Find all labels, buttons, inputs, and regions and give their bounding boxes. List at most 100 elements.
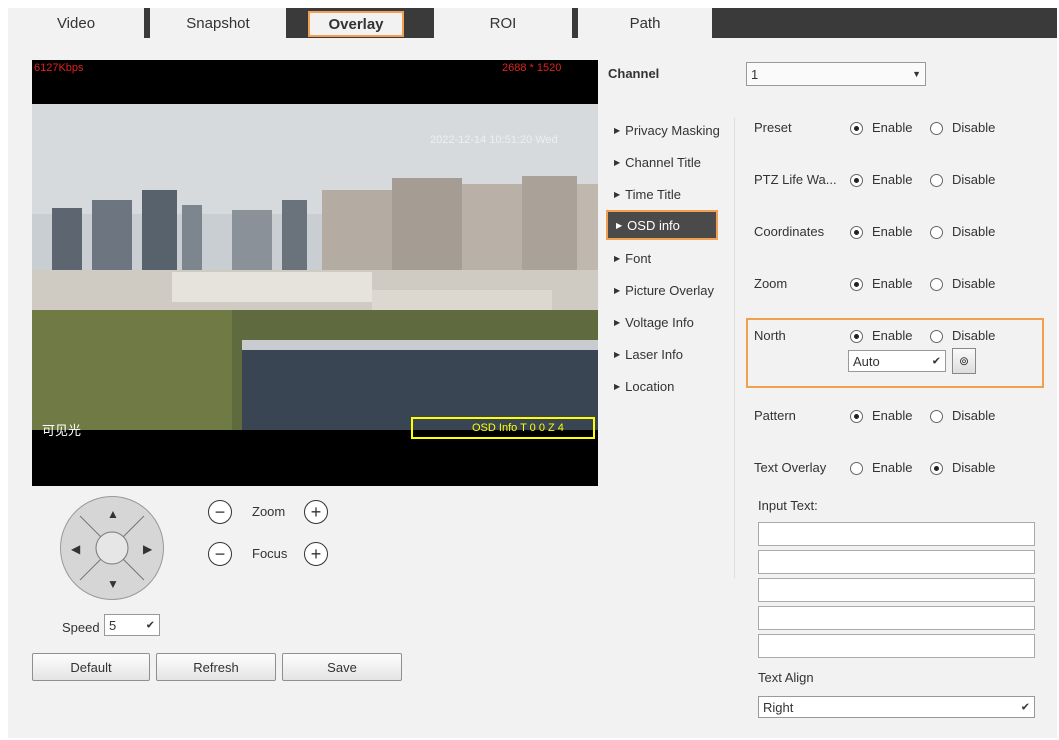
text-align-value: Right xyxy=(763,699,794,715)
ptz-up-icon[interactable]: ▲ xyxy=(107,507,119,521)
north-mode-value: Auto xyxy=(853,353,880,369)
timestamp-overlay: 2022-12-14 10:51:20 Wed xyxy=(430,134,558,146)
nav-label: Time Title xyxy=(625,186,682,202)
overlay-text-input-5[interactable] xyxy=(758,634,1035,658)
chevron-down-icon: ✔ xyxy=(1020,701,1030,714)
enable-label: Enable xyxy=(872,172,913,187)
video-preview[interactable]: 6127Kbps 2688 * 1520 2022-12-14 10:51:20… xyxy=(32,60,598,486)
chevron-down-icon: ✔ xyxy=(931,355,941,368)
overlay-settings-page: Video Snapshot Overlay ROI Path 6127Kbps… xyxy=(8,8,1057,738)
triangle-right-icon: ▶ xyxy=(614,317,621,327)
chevron-down-icon: ✔ xyxy=(145,619,155,632)
nav-label: Laser Info xyxy=(625,346,683,362)
pattern-disable-radio[interactable] xyxy=(930,410,943,423)
nav-privacy-masking[interactable]: ▶ Privacy Masking xyxy=(606,115,734,145)
overlay-text-input-2[interactable] xyxy=(758,550,1035,574)
focus-in-button[interactable]: + xyxy=(304,542,328,566)
overlay-text-input-1[interactable] xyxy=(758,522,1035,546)
disable-label: Disable xyxy=(952,224,996,239)
nav-label: Font xyxy=(625,250,652,266)
focus-label: Focus xyxy=(252,546,288,561)
nav-label: Privacy Masking xyxy=(625,122,720,138)
refresh-button[interactable]: Refresh xyxy=(156,653,276,681)
default-button[interactable]: Default xyxy=(32,653,150,681)
osd-info-overlay: OSD Info T 0 0 Z 4 xyxy=(472,422,564,434)
coordinates-enable-radio[interactable] xyxy=(850,226,863,239)
north-label: North xyxy=(754,328,786,343)
nav-label: OSD info xyxy=(627,217,680,233)
north-enable-radio[interactable] xyxy=(850,330,863,343)
channel-select[interactable]: 1 ▼ xyxy=(746,62,926,86)
text-align-select[interactable]: Right ✔ xyxy=(758,696,1035,718)
nav-label: Picture Overlay xyxy=(625,282,715,298)
nav-label: Voltage Info xyxy=(625,314,694,330)
divider xyxy=(734,118,735,578)
nav-laser-info[interactable]: ▶ Laser Info xyxy=(606,339,734,369)
resolution-text: 2688 * 1520 xyxy=(502,62,562,74)
tab-snapshot[interactable]: Snapshot xyxy=(150,8,286,38)
north-mode-select[interactable]: Auto ✔ xyxy=(848,350,946,372)
channel-name-overlay: 可见光 xyxy=(42,423,82,438)
nav-font[interactable]: ▶ Font xyxy=(606,243,734,273)
enable-label: Enable xyxy=(872,276,913,291)
zoom-enable-radio[interactable] xyxy=(850,278,863,291)
tab-roi[interactable]: ROI xyxy=(434,8,572,38)
tab-video[interactable]: Video xyxy=(8,8,144,38)
speed-select[interactable]: 5 ✔ xyxy=(104,614,160,636)
text-align-label: Text Align xyxy=(758,670,814,685)
input-text-label: Input Text: xyxy=(758,498,818,513)
tab-separator xyxy=(286,8,292,38)
bitrate-text: 6127Kbps xyxy=(34,62,84,74)
disable-label: Disable xyxy=(952,328,996,343)
zoom-disable-radio[interactable] xyxy=(930,278,943,291)
enable-label: Enable xyxy=(872,120,913,135)
triangle-right-icon: ▶ xyxy=(614,349,621,359)
channel-label: Channel xyxy=(608,66,660,81)
coordinates-disable-radio[interactable] xyxy=(930,226,943,239)
overlay-text-input-4[interactable] xyxy=(758,606,1035,630)
tab-bar: Video Snapshot Overlay ROI Path xyxy=(8,8,1057,38)
tab-path[interactable]: Path xyxy=(578,8,712,38)
preset-enable-radio[interactable] xyxy=(850,122,863,135)
overlay-text-input-3[interactable] xyxy=(758,578,1035,602)
zoom-out-button[interactable]: − xyxy=(208,500,232,524)
text-overlay-disable-radio[interactable] xyxy=(930,462,943,475)
nav-picture-overlay[interactable]: ▶ Picture Overlay xyxy=(606,275,734,305)
focus-out-button[interactable]: − xyxy=(208,542,232,566)
overlay-sub-nav: ▶ Privacy Masking ▶ Channel Title ▶ Time Ti… xyxy=(606,110,734,580)
nav-voltage-info[interactable]: ▶ Voltage Info xyxy=(606,307,734,337)
nav-channel-title[interactable]: ▶ Channel Title xyxy=(606,147,734,177)
nav-osd-info[interactable]: ▶ OSD info xyxy=(606,210,718,240)
preset-disable-radio[interactable] xyxy=(930,122,943,135)
ptz-direction-pad[interactable]: ▲ ▼ ◀ ▶ xyxy=(60,496,164,600)
preset-label: Preset xyxy=(754,120,792,135)
zoom-in-button[interactable]: + xyxy=(304,500,328,524)
channel-value: 1 xyxy=(751,66,759,82)
north-disable-radio[interactable] xyxy=(930,330,943,343)
ptz-right-icon[interactable]: ▶ xyxy=(143,542,152,556)
ptz-down-icon[interactable]: ▼ xyxy=(107,577,119,591)
ptz-life-disable-radio[interactable] xyxy=(930,174,943,187)
disable-label: Disable xyxy=(952,172,996,187)
pattern-enable-radio[interactable] xyxy=(850,410,863,423)
pattern-label: Pattern xyxy=(754,408,796,423)
save-button[interactable]: Save xyxy=(282,653,402,681)
nav-label: Location xyxy=(625,378,675,394)
triangle-right-icon: ▶ xyxy=(614,125,621,135)
enable-label: Enable xyxy=(872,328,913,343)
tab-overlay[interactable]: Overlay xyxy=(308,11,404,37)
nav-label: Channel Title xyxy=(625,154,702,170)
text-overlay-label: Text Overlay xyxy=(754,460,827,475)
triangle-right-icon: ▶ xyxy=(614,157,621,167)
enable-label: Enable xyxy=(872,460,913,475)
enable-label: Enable xyxy=(872,408,913,423)
nav-location[interactable]: ▶ Location xyxy=(606,371,734,401)
nav-time-title[interactable]: ▶ Time Title xyxy=(606,179,734,209)
ptz-left-icon[interactable]: ◀ xyxy=(71,542,80,556)
compass-north-icon[interactable]: ⊚ xyxy=(952,348,976,374)
enable-label: Enable xyxy=(872,224,913,239)
disable-label: Disable xyxy=(952,408,996,423)
triangle-right-icon: ▶ xyxy=(614,285,621,295)
ptz-life-enable-radio[interactable] xyxy=(850,174,863,187)
text-overlay-enable-radio[interactable] xyxy=(850,462,863,475)
